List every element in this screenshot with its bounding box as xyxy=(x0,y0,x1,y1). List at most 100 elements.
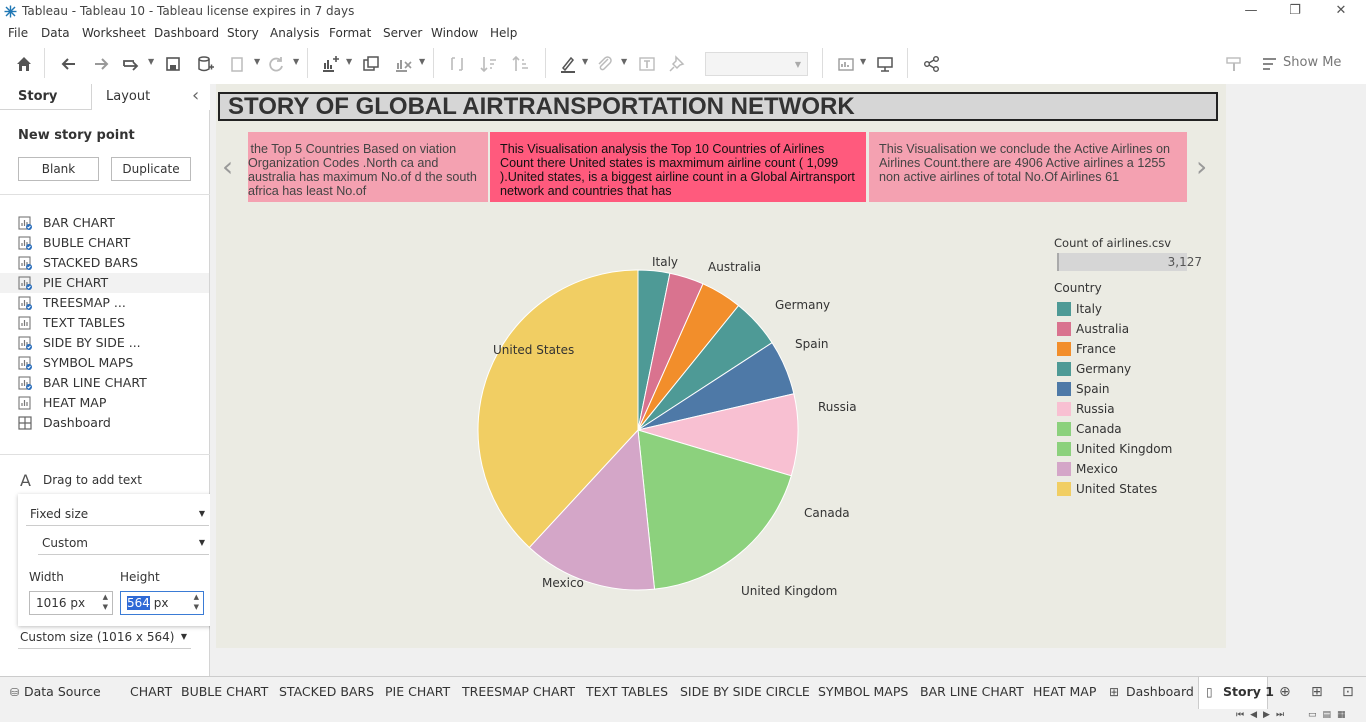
new-story-point-heading: New story point xyxy=(18,128,135,143)
home-icon[interactable] xyxy=(12,52,36,76)
chevron-down-icon: ▼ xyxy=(180,632,187,641)
legend-label: Russia xyxy=(1076,402,1115,416)
close-button[interactable]: ✕ xyxy=(1331,2,1351,20)
show-me-label[interactable]: Show Me xyxy=(1283,55,1341,70)
save-icon[interactable] xyxy=(161,52,185,76)
size-mode-dropdown[interactable]: Fixed size ▼ xyxy=(26,502,209,526)
menu-analysis[interactable]: Analysis xyxy=(270,26,319,40)
show-cards-icon[interactable] xyxy=(834,52,858,76)
drag-to-add-text[interactable]: Drag to add text xyxy=(43,473,142,487)
refresh-icon[interactable] xyxy=(264,52,288,76)
color-legend-title: Country xyxy=(1054,281,1102,295)
width-input[interactable]: 1016 px ▲ ▼ xyxy=(29,591,113,615)
minimize-button[interactable]: — xyxy=(1241,2,1261,20)
view-mode-icons[interactable]: ▭▤▦ xyxy=(1308,710,1352,720)
tab-bar-line-chart[interactable]: BAR LINE CHART xyxy=(920,676,1024,708)
menu-format[interactable]: Format xyxy=(329,26,371,40)
paste-icon[interactable] xyxy=(225,52,249,76)
duplicate-sheet-icon[interactable] xyxy=(359,52,383,76)
tab-chart[interactable]: CHART xyxy=(130,676,172,708)
sheet-item[interactable]: BAR LINE CHART xyxy=(18,373,208,393)
chevron-down-icon[interactable]: ▼ xyxy=(419,58,427,66)
menu-file[interactable]: File xyxy=(8,26,28,40)
legend-swatch xyxy=(1057,482,1071,496)
pie-chart[interactable]: Italy Australia Germany Spain Russia Canada Un… xyxy=(380,240,880,620)
tab-scroll-icons[interactable]: ⏮◀▶⏭ xyxy=(1236,710,1290,720)
menu-worksheet[interactable]: Worksheet xyxy=(82,26,146,40)
story-point-1[interactable]: e the Top 5 Countries Based on viation O… xyxy=(248,132,488,202)
fit-dropdown[interactable]: ▼ xyxy=(705,52,808,76)
sheet-item[interactable]: SIDE BY SIDE ... xyxy=(18,333,208,353)
sheet-item[interactable]: TREESMAP ... xyxy=(18,293,208,313)
tab-symbol-maps[interactable]: SYMBOL MAPS xyxy=(818,676,908,708)
chevron-down-icon[interactable]: ▼ xyxy=(582,58,590,66)
prev-story-point-icon[interactable]: ‹ xyxy=(222,150,233,183)
size-preset-dropdown[interactable]: Custom ▼ xyxy=(38,531,209,555)
new-data-source-icon[interactable] xyxy=(193,52,217,76)
tab-dashboard[interactable]: Dashboard xyxy=(1126,676,1194,708)
sort-descending-icon[interactable] xyxy=(509,52,533,76)
story-point-2[interactable]: This Visualisation analysis the Top 10 C… xyxy=(490,132,866,202)
sheet-item[interactable]: STACKED BARS xyxy=(18,253,208,273)
new-worksheet-icon[interactable] xyxy=(318,52,342,76)
tab-treesmap-chart[interactable]: TREESMAP CHART xyxy=(462,676,575,708)
menu-story[interactable]: Story xyxy=(227,26,259,40)
menu-help[interactable]: Help xyxy=(490,26,517,40)
custom-size-dropdown[interactable]: Custom size (1016 x 564) ▼ xyxy=(18,625,191,649)
tab-story-1[interactable]: Story 1 xyxy=(1223,676,1274,708)
menu-dashboard[interactable]: Dashboard xyxy=(154,26,219,40)
show-labels-icon[interactable] xyxy=(635,52,659,76)
next-story-point-icon[interactable]: › xyxy=(1196,150,1207,183)
tab-data-source[interactable]: Data Source xyxy=(24,676,101,708)
show-me-icon[interactable] xyxy=(1258,52,1282,76)
menu-window[interactable]: Window xyxy=(431,26,478,40)
redo-icon[interactable] xyxy=(89,52,113,76)
sort-ascending-icon[interactable] xyxy=(477,52,501,76)
presentation-mode-icon[interactable] xyxy=(873,52,897,76)
sheet-item[interactable]: SYMBOL MAPS xyxy=(18,353,208,373)
highlight-icon[interactable] xyxy=(556,52,580,76)
paperclip-icon[interactable] xyxy=(593,52,617,76)
story-point-3[interactable]: This Visualisation we conclude the Activ… xyxy=(869,132,1187,202)
chevron-down-icon[interactable]: ▼ xyxy=(860,58,868,66)
chevron-down-icon[interactable]: ▼ xyxy=(254,58,262,66)
share-icon[interactable] xyxy=(920,52,944,76)
duplicate-button[interactable]: Duplicate xyxy=(111,157,191,181)
blank-button[interactable]: Blank xyxy=(18,157,99,181)
tab-buble-chart[interactable]: BUBLE CHART xyxy=(181,676,268,708)
clear-sheet-icon[interactable] xyxy=(391,52,415,76)
story-title[interactable]: STORY OF GLOBAL AIRTRANSPORTATION NETWOR… xyxy=(218,92,1218,121)
chevron-down-icon[interactable]: ▼ xyxy=(346,58,354,66)
pin-icon[interactable] xyxy=(665,52,689,76)
sheet-item[interactable]: BUBLE CHART xyxy=(18,233,208,253)
height-input[interactable]: 564 px ▲ ▼ xyxy=(120,591,204,615)
new-worksheet-tab-icon[interactable]: ⊕ xyxy=(1279,684,1291,700)
tab-stacked-bars[interactable]: STACKED BARS xyxy=(279,676,374,708)
sheet-item[interactable]: PIE CHART xyxy=(0,273,209,293)
tab-side-by-side-circle[interactable]: SIDE BY SIDE CIRCLE xyxy=(680,676,810,708)
sheet-item[interactable]: BAR CHART xyxy=(18,213,208,233)
menu-data[interactable]: Data xyxy=(41,26,70,40)
tab-story[interactable]: Story xyxy=(0,84,92,110)
height-stepper[interactable]: ▲ ▼ xyxy=(194,592,199,612)
chevron-down-icon[interactable]: ▼ xyxy=(148,58,156,66)
restore-button[interactable]: ❐ xyxy=(1285,2,1305,20)
tab-pie-chart[interactable]: PIE CHART xyxy=(385,676,450,708)
sheet-item[interactable]: TEXT TABLES xyxy=(18,313,208,333)
menu-server[interactable]: Server xyxy=(383,26,422,40)
chevron-down-icon[interactable]: ▼ xyxy=(293,58,301,66)
sheet-item[interactable]: Dashboard xyxy=(18,413,208,433)
new-dashboard-tab-icon[interactable]: ⊞ xyxy=(1311,684,1323,700)
tab-text-tables[interactable]: TEXT TABLES xyxy=(586,676,668,708)
format-painter-icon[interactable] xyxy=(1222,52,1246,76)
chevron-down-icon[interactable]: ▼ xyxy=(621,58,629,66)
collapse-pane-icon[interactable]: ‹ xyxy=(192,85,199,106)
custom-size-value: Custom size (1016 x 564) xyxy=(20,630,175,644)
undo-icon[interactable] xyxy=(57,52,81,76)
tab-heat-map[interactable]: HEAT MAP xyxy=(1033,676,1096,708)
sheet-item[interactable]: HEAT MAP xyxy=(18,393,208,413)
width-stepper[interactable]: ▲ ▼ xyxy=(103,592,108,612)
swap-rows-columns-icon[interactable] xyxy=(445,52,469,76)
new-story-tab-icon[interactable]: ⊡ xyxy=(1342,684,1354,700)
pause-updates-icon[interactable] xyxy=(119,52,143,76)
